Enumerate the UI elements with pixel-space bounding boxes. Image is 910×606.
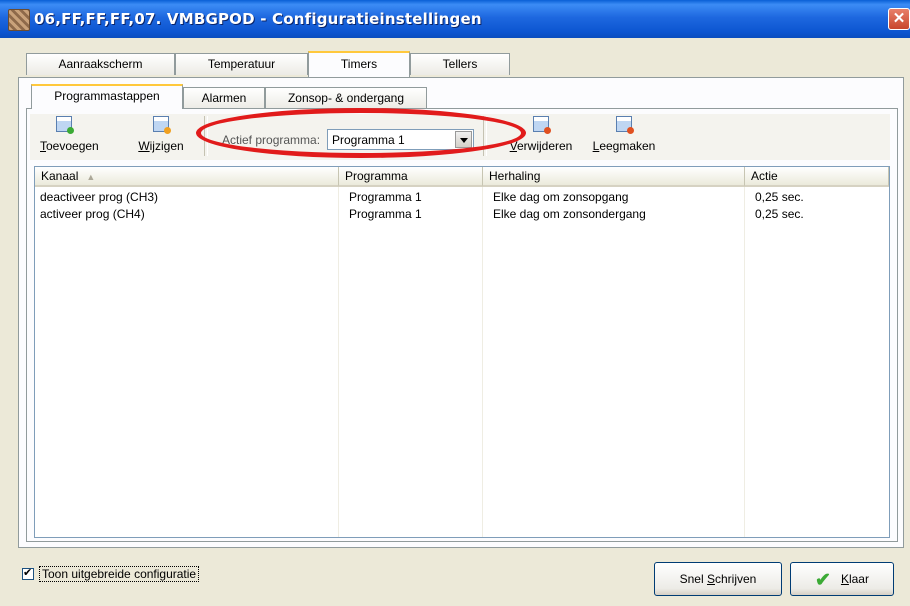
sort-ascending-icon: ▲	[86, 172, 96, 182]
cell-programma: Programma 1	[349, 207, 422, 221]
cell-kanaal: deactiveer prog (CH3)	[40, 190, 159, 204]
tab-programmastappen[interactable]: Programmastappen	[31, 84, 183, 109]
delete-icon	[533, 116, 551, 134]
toolbar-separator	[204, 116, 208, 156]
cell-kanaal: activeer prog (CH4)	[40, 207, 145, 221]
clear-button-label: Leegmaken	[592, 139, 656, 153]
clear-icon	[616, 116, 634, 134]
cell-programma: Programma 1	[349, 190, 422, 204]
active-program-select[interactable]: Programma 1	[327, 129, 474, 150]
cell-actie: 0,25 sec.	[755, 207, 804, 221]
column-header-programma[interactable]: Programma	[339, 167, 483, 187]
active-program-value: Programma 1	[332, 133, 405, 147]
column-header-herhaling[interactable]: Herhaling	[483, 167, 745, 187]
show-advanced-label[interactable]: Toon uitgebreide configuratie	[39, 566, 200, 582]
clear-button[interactable]: Leegmaken	[590, 116, 658, 158]
tab-timers[interactable]: Timers	[308, 51, 410, 77]
title-bar: 06,FF,FF,FF,07. VMBGPOD - Configuratiein…	[0, 0, 910, 38]
column-divider	[338, 187, 339, 537]
close-button[interactable]: ✕	[888, 8, 910, 30]
tab-tellers[interactable]: Tellers	[410, 53, 510, 75]
add-icon	[56, 116, 74, 134]
window-title: 06,FF,FF,FF,07. VMBGPOD - Configuratiein…	[34, 10, 482, 28]
toolbar-separator	[483, 116, 487, 156]
column-divider	[744, 187, 745, 537]
show-advanced-checkbox[interactable]	[22, 566, 34, 580]
tab-aanraakscherm[interactable]: Aanraakscherm	[26, 53, 175, 75]
edit-button[interactable]: Wijzigen	[135, 116, 187, 158]
column-divider	[482, 187, 483, 537]
tab-temperatuur[interactable]: Temperatuur	[175, 53, 308, 75]
quick-write-button[interactable]: Snel Schrijven	[654, 562, 782, 596]
tab-zonsop-ondergang[interactable]: Zonsop- & ondergang	[265, 87, 427, 109]
cell-herhaling: Elke dag om zonsopgang	[493, 190, 629, 204]
edit-button-label: Wijzigen	[138, 139, 184, 153]
delete-button[interactable]: Verwijderen	[507, 116, 575, 158]
cell-actie: 0,25 sec.	[755, 190, 804, 204]
add-button[interactable]: Toevoegen	[40, 116, 99, 158]
app-icon	[8, 9, 30, 31]
column-header-kanaal[interactable]: Kanaal ▲	[35, 167, 339, 187]
checkmark-icon: ✔	[815, 570, 831, 591]
edit-icon	[153, 116, 171, 134]
add-button-label: Toevoegen	[40, 139, 99, 153]
delete-button-label: Verwijderen	[509, 139, 573, 153]
cell-herhaling: Elke dag om zonsondergang	[493, 207, 646, 221]
done-button[interactable]: ✔ Klaar	[790, 562, 894, 596]
active-program-label: Actief programma:	[222, 133, 321, 147]
column-header-actie[interactable]: Actie	[745, 167, 889, 187]
program-steps-table[interactable]: Kanaal ▲ Programma Herhaling Actie deacti…	[34, 166, 890, 538]
chevron-down-icon[interactable]	[455, 131, 472, 148]
tab-alarmen[interactable]: Alarmen	[183, 87, 265, 109]
